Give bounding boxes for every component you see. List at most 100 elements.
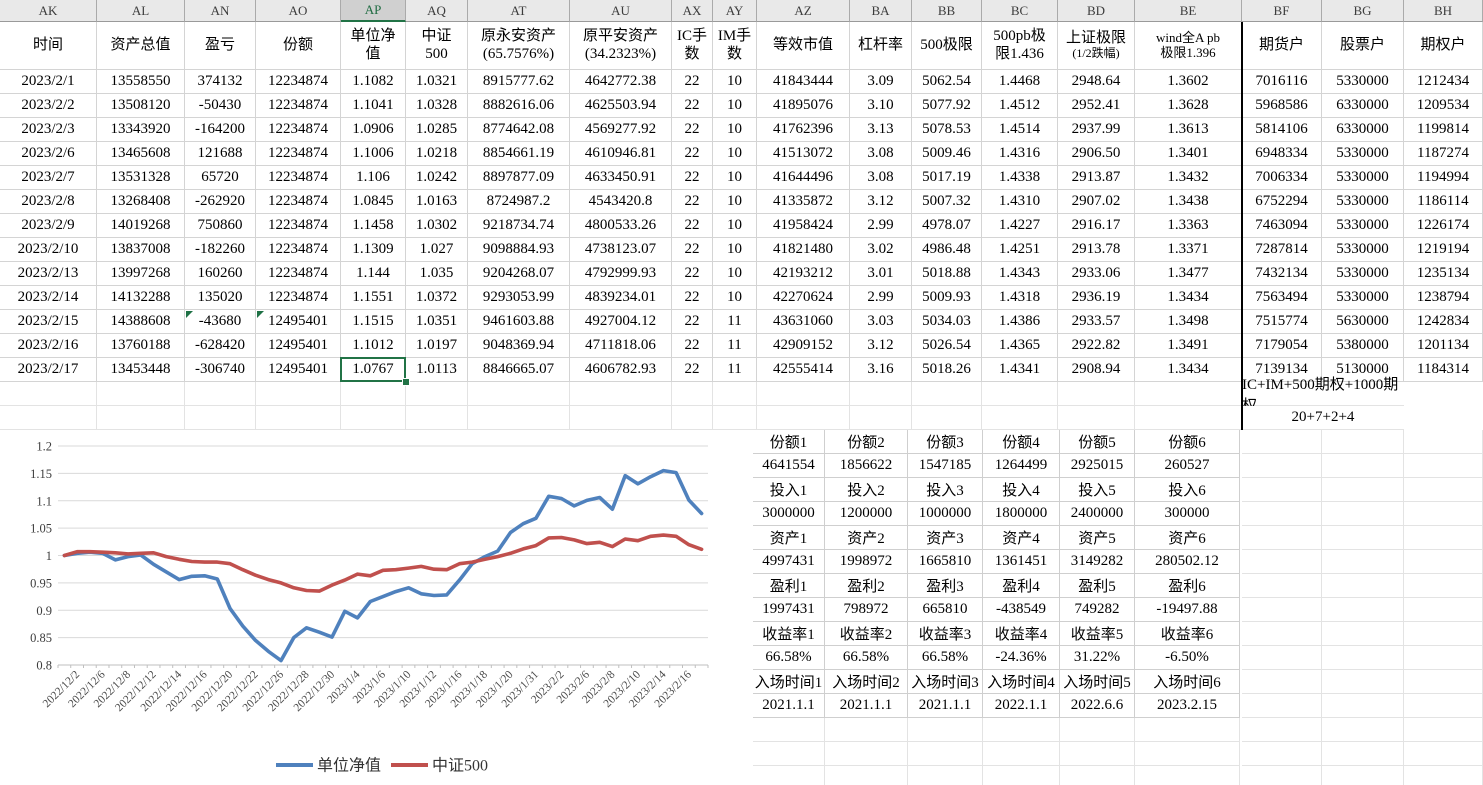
- table-cell[interactable]: 12495401: [256, 334, 341, 358]
- table-cell[interactable]: 41843444: [757, 70, 850, 94]
- table-cell[interactable]: 4986.48: [912, 238, 982, 262]
- table-cell[interactable]: 1.3371: [1135, 238, 1242, 262]
- empty-cell[interactable]: [757, 406, 850, 430]
- field-header-BD[interactable]: 上证极限 (1/2跌幅): [1058, 22, 1135, 70]
- table-cell[interactable]: 1209534: [1404, 94, 1483, 118]
- table-cell[interactable]: 1.3628: [1135, 94, 1242, 118]
- table-cell[interactable]: 3.16: [850, 358, 912, 382]
- table-cell[interactable]: 5330000: [1322, 262, 1404, 286]
- table-cell[interactable]: 1.3438: [1135, 190, 1242, 214]
- table-cell[interactable]: 2916.17: [1058, 214, 1135, 238]
- table-cell[interactable]: 3.01: [850, 262, 912, 286]
- table-cell[interactable]: 4711818.06: [570, 334, 672, 358]
- table-cell[interactable]: 5380000: [1322, 334, 1404, 358]
- table-cell[interactable]: 12234874: [256, 238, 341, 262]
- empty-cell[interactable]: [908, 718, 983, 742]
- table-cell[interactable]: 135020: [185, 286, 256, 310]
- side-table-cell[interactable]: 份额2: [825, 430, 908, 454]
- table-cell[interactable]: -262920: [185, 190, 256, 214]
- empty-cell[interactable]: [850, 382, 912, 406]
- table-cell[interactable]: 10: [713, 142, 757, 166]
- empty-cell[interactable]: [1242, 526, 1322, 550]
- table-cell[interactable]: 13465608: [97, 142, 185, 166]
- side-table-cell[interactable]: 投入1: [753, 478, 825, 502]
- table-cell[interactable]: 5018.88: [912, 262, 982, 286]
- table-cell[interactable]: 1242834: [1404, 310, 1483, 334]
- table-cell[interactable]: 1.3434: [1135, 286, 1242, 310]
- empty-cell[interactable]: [1404, 478, 1483, 502]
- empty-cell[interactable]: [1404, 550, 1483, 574]
- table-cell[interactable]: 12495401: [256, 310, 341, 334]
- side-table-cell[interactable]: 1361451: [983, 550, 1060, 574]
- side-table-cell[interactable]: 1800000: [983, 502, 1060, 526]
- table-cell[interactable]: 4792999.93: [570, 262, 672, 286]
- field-header-AY[interactable]: IM手数: [713, 22, 757, 70]
- table-cell[interactable]: 12234874: [256, 70, 341, 94]
- table-cell[interactable]: 2.99: [850, 286, 912, 310]
- empty-cell[interactable]: [1242, 478, 1322, 502]
- empty-cell[interactable]: [753, 742, 825, 766]
- table-cell[interactable]: 1219194: [1404, 238, 1483, 262]
- table-cell[interactable]: 3.10: [850, 94, 912, 118]
- table-cell[interactable]: 5330000: [1322, 70, 1404, 94]
- table-cell[interactable]: 22: [672, 142, 713, 166]
- table-cell[interactable]: 2922.82: [1058, 334, 1135, 358]
- table-cell[interactable]: 22: [672, 94, 713, 118]
- empty-cell[interactable]: [1322, 454, 1404, 478]
- side-table-cell[interactable]: 入场时间5: [1060, 670, 1135, 694]
- empty-cell[interactable]: [983, 718, 1060, 742]
- empty-cell[interactable]: [468, 406, 570, 430]
- table-cell[interactable]: 3.02: [850, 238, 912, 262]
- empty-cell[interactable]: [1242, 670, 1322, 694]
- side-table-cell[interactable]: 资产4: [983, 526, 1060, 550]
- table-cell[interactable]: 22: [672, 190, 713, 214]
- empty-cell[interactable]: [1058, 406, 1135, 430]
- table-cell[interactable]: 1184314: [1404, 358, 1483, 382]
- column-header-BG[interactable]: BG: [1322, 0, 1404, 22]
- table-cell[interactable]: 4978.07: [912, 214, 982, 238]
- table-cell[interactable]: 3.09: [850, 70, 912, 94]
- table-cell[interactable]: 3.12: [850, 334, 912, 358]
- table-cell[interactable]: 65720: [185, 166, 256, 190]
- column-header-AL[interactable]: AL: [97, 0, 185, 22]
- table-cell[interactable]: 2023/2/1: [0, 70, 97, 94]
- table-cell[interactable]: 2023/2/8: [0, 190, 97, 214]
- table-cell[interactable]: 1194994: [1404, 166, 1483, 190]
- side-table-cell[interactable]: 收益率1: [753, 622, 825, 646]
- column-header-BH[interactable]: BH: [1404, 0, 1483, 22]
- table-cell[interactable]: 14132288: [97, 286, 185, 310]
- field-header-AL[interactable]: 资产总值: [97, 22, 185, 70]
- table-cell[interactable]: 5017.19: [912, 166, 982, 190]
- table-cell[interactable]: 22: [672, 334, 713, 358]
- empty-cell[interactable]: [1404, 718, 1483, 742]
- column-header-AO[interactable]: AO: [256, 0, 341, 22]
- table-cell[interactable]: 1.0197: [406, 334, 468, 358]
- empty-cell[interactable]: [1060, 718, 1135, 742]
- table-cell[interactable]: 2023/2/16: [0, 334, 97, 358]
- table-cell[interactable]: 1.0163: [406, 190, 468, 214]
- side-table-cell[interactable]: 入场时间4: [983, 670, 1060, 694]
- table-cell[interactable]: 41895076: [757, 94, 850, 118]
- table-cell[interactable]: 1.1458: [341, 214, 406, 238]
- net-value-chart[interactable]: 0.80.850.90.9511.051.11.151.22022/12/220…: [8, 430, 741, 785]
- table-cell[interactable]: 5330000: [1322, 214, 1404, 238]
- table-cell[interactable]: 41335872: [757, 190, 850, 214]
- table-cell[interactable]: 22: [672, 286, 713, 310]
- table-cell[interactable]: 1.4251: [982, 238, 1058, 262]
- field-header-AK[interactable]: 时间: [0, 22, 97, 70]
- empty-cell[interactable]: [1060, 742, 1135, 766]
- field-header-AZ[interactable]: 等效市值: [757, 22, 850, 70]
- table-cell[interactable]: 8774642.08: [468, 118, 570, 142]
- table-cell[interactable]: 1.0242: [406, 166, 468, 190]
- side-table-cell[interactable]: -19497.88: [1135, 598, 1240, 622]
- table-cell[interactable]: 1.1515: [341, 310, 406, 334]
- side-table-cell[interactable]: 66.58%: [825, 646, 908, 670]
- column-header-BF[interactable]: BF: [1242, 0, 1322, 22]
- empty-cell[interactable]: [908, 766, 983, 785]
- table-cell[interactable]: 4800533.26: [570, 214, 672, 238]
- table-cell[interactable]: 1.0285: [406, 118, 468, 142]
- field-header-BF[interactable]: 期货户: [1242, 22, 1322, 70]
- empty-cell[interactable]: [341, 406, 406, 430]
- table-cell[interactable]: 41644496: [757, 166, 850, 190]
- side-table-cell[interactable]: 份额6: [1135, 430, 1240, 454]
